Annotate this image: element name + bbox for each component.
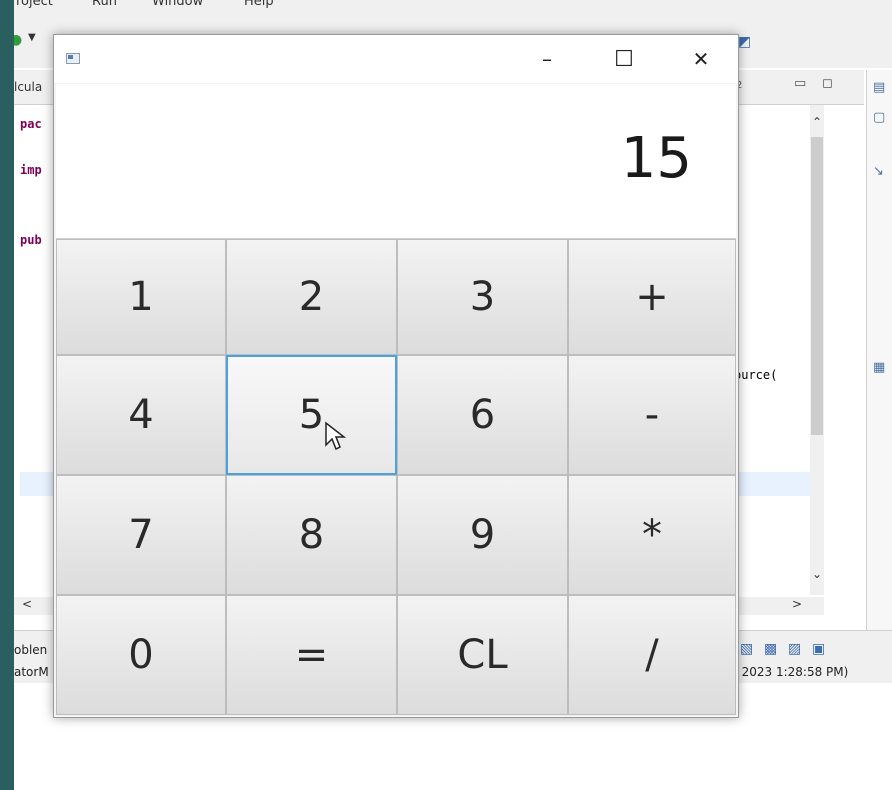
scrollbar-thumb[interactable]: [811, 137, 823, 435]
key-4[interactable]: 4: [56, 355, 226, 475]
editor-tab[interactable]: lcula: [14, 80, 42, 94]
clear-console-icon[interactable]: ▧: [740, 641, 753, 657]
key-label: -: [644, 392, 660, 438]
console-status: , 2023 1:28:58 PM): [734, 665, 849, 679]
key-label: 4: [128, 392, 154, 438]
key-label: 8: [298, 512, 325, 558]
problems-tab[interactable]: oblen: [14, 643, 47, 657]
key-label: 0: [128, 632, 154, 678]
scroll-up-icon[interactable]: ⌃: [812, 115, 822, 129]
key-0[interactable]: 0: [56, 595, 226, 715]
key-7[interactable]: 7: [56, 475, 226, 595]
menu-window[interactable]: Window: [152, 0, 203, 9]
app-icon: [66, 53, 80, 64]
key-label: 2: [298, 274, 325, 320]
menu-help[interactable]: Help: [244, 0, 274, 9]
ide-menubar: roject Run Window Help: [14, 0, 892, 18]
menu-run[interactable]: Run: [92, 0, 117, 9]
key-label: /: [645, 632, 659, 678]
key-label: 7: [128, 512, 154, 558]
calculator-window: – ☐ ✕ 15 1 2 3 +4 5 6 - 7 8 9 * 0 = CL /: [53, 34, 739, 718]
run-icon[interactable]: ●: [14, 32, 22, 48]
calculator-display: 15: [56, 84, 736, 239]
key-label: 1: [128, 274, 154, 320]
console-label: atorM: [14, 665, 49, 679]
key-1[interactable]: 1: [56, 239, 226, 355]
maximize-button[interactable]: ☐: [589, 35, 659, 83]
run-dropdown-icon[interactable]: ▼: [28, 32, 36, 43]
keypad: 1 2 3 +4 5 6 - 7 8 9 * 0 = CL /: [56, 239, 736, 715]
key-label: *: [642, 512, 662, 558]
new-window-icon[interactable]: ◩: [738, 34, 751, 50]
maximize-view-icon[interactable]: ◻: [822, 76, 833, 91]
display-value: 15: [620, 126, 692, 191]
key-label: 3: [469, 274, 496, 320]
minimize-view-icon[interactable]: ▭: [794, 76, 806, 91]
outline-icon[interactable]: ▤: [873, 80, 885, 95]
key-label: +: [635, 274, 669, 320]
filter-icon[interactable]: ↘: [873, 164, 884, 179]
key-5[interactable]: 5: [226, 355, 397, 475]
minimize-button[interactable]: –: [512, 35, 582, 83]
key-label: =: [294, 632, 329, 678]
key-clear[interactable]: CL: [397, 595, 568, 715]
key-6[interactable]: 6: [397, 355, 568, 475]
code-line-package: pac: [20, 117, 42, 131]
mouse-cursor-icon: [325, 421, 347, 451]
titlebar[interactable]: – ☐ ✕: [54, 35, 738, 83]
menu-project[interactable]: roject: [16, 0, 53, 9]
key-label: 5: [298, 392, 325, 438]
display-console-icon[interactable]: ▣: [812, 641, 825, 657]
key-2[interactable]: 2: [226, 239, 397, 355]
key-8[interactable]: 8: [226, 475, 397, 595]
key-multiply[interactable]: *: [568, 475, 736, 595]
key-plus[interactable]: +: [568, 239, 736, 355]
scroll-left-icon[interactable]: <: [22, 597, 32, 611]
key-9[interactable]: 9: [397, 475, 568, 595]
code-fragment: ource(: [734, 368, 778, 382]
pin-console-icon[interactable]: ▨: [788, 641, 801, 657]
hierarchy-icon[interactable]: ▦: [873, 360, 885, 375]
scroll-lock-icon[interactable]: ▩: [764, 641, 777, 657]
editor-vertical-scrollbar[interactable]: ⌃ ⌄: [810, 105, 824, 595]
scroll-down-icon[interactable]: ⌄: [812, 567, 822, 581]
code-line-public: pub: [20, 233, 42, 247]
key-divide[interactable]: /: [568, 595, 736, 715]
key-minus[interactable]: -: [568, 355, 736, 475]
key-3[interactable]: 3: [397, 239, 568, 355]
key-label: 9: [469, 512, 496, 558]
close-button[interactable]: ✕: [666, 35, 736, 83]
key-label: CL: [457, 632, 508, 678]
task-icon[interactable]: ▢: [873, 110, 885, 125]
outline-panel: ▤ ▢ ↘ ▦: [866, 70, 892, 630]
key-equals[interactable]: =: [226, 595, 397, 715]
code-line-import: imp: [20, 163, 42, 177]
scroll-right-icon[interactable]: >: [792, 597, 802, 611]
key-label: 6: [469, 392, 496, 438]
